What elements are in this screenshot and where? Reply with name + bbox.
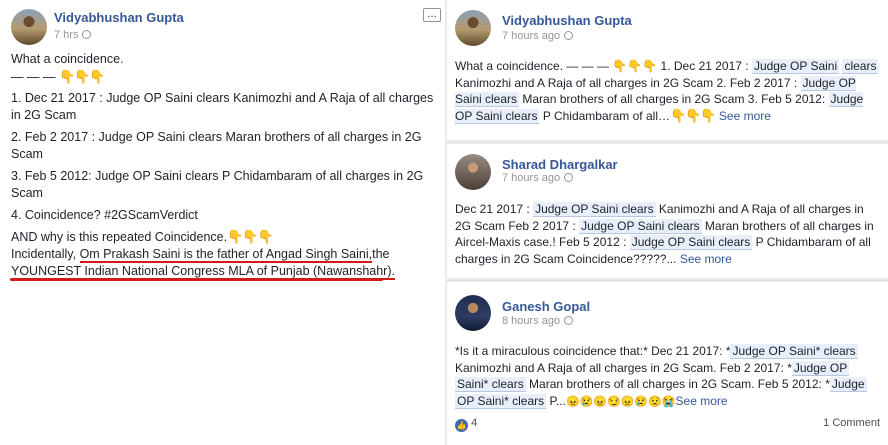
post-item: 3. Feb 5 2012: Judge OP Saini clears P C… bbox=[11, 169, 424, 200]
text-segment: Maran brothers of all charges in 2G Scam… bbox=[525, 377, 830, 391]
divider bbox=[447, 280, 888, 281]
like-count-text: 4 bbox=[471, 417, 478, 429]
globe-icon bbox=[564, 316, 574, 325]
like-count[interactable]: 👍 4 bbox=[455, 417, 477, 432]
comment-timestamp[interactable]: 7 hours ago bbox=[502, 172, 574, 184]
post-timestamp[interactable]: 7 hrs bbox=[54, 29, 92, 41]
highlighted-phrase: Saini* clears bbox=[455, 377, 526, 392]
why-text: AND why is this repeated Coincidence. bbox=[11, 230, 228, 244]
author-name[interactable]: Vidyabhushan Gupta bbox=[54, 10, 184, 25]
timestamp-text: 7 hours ago bbox=[502, 30, 561, 42]
pointing-down-emoji: 👇👇👇 bbox=[227, 229, 274, 244]
post-line: Incidentally, Om Prakash Saini is the fa… bbox=[11, 246, 436, 263]
like-icon: 👍 bbox=[455, 419, 468, 432]
commenter-name[interactable]: Ganesh Gopal bbox=[502, 299, 590, 314]
highlighted-phrase: Judge OP bbox=[791, 360, 850, 376]
post-line: — — — 👇👇👇 bbox=[11, 68, 436, 86]
timestamp-text: 7 hours ago bbox=[502, 172, 561, 184]
highlighted-phrase: Judge OP Saini bbox=[751, 59, 840, 74]
comment-timestamp[interactable]: 8 hours ago bbox=[502, 315, 574, 327]
commenter-avatar[interactable] bbox=[455, 154, 491, 190]
text-segment: *Is it a miraculous coincidence that:* D… bbox=[455, 344, 731, 358]
comments-panel: Vidyabhushan Gupta 7 hours ago What a co… bbox=[447, 0, 888, 445]
highlighted-phrase: Judge OP Saini clears bbox=[629, 235, 753, 250]
comment-card: Vidyabhushan Gupta 7 hours ago What a co… bbox=[447, 0, 888, 140]
comment-footer: 👍 4 1 Comment bbox=[455, 417, 880, 433]
comment-text: Dec 21 2017 : Judge OP Saini clears Kani… bbox=[455, 201, 880, 267]
post-body: What a coincidence. — — — 👇👇👇 1. Dec 21 … bbox=[11, 51, 436, 280]
see-more-link[interactable]: See more bbox=[676, 394, 728, 408]
highlighted-phrase: OP Saini* clears bbox=[455, 393, 547, 409]
comment-text: *Is it a miraculous coincidence that:* D… bbox=[455, 343, 880, 410]
post-line: AND why is this repeated Coincidence.👇👇👇 bbox=[11, 228, 436, 246]
main-post: Vidyabhushan Gupta 7 hrs ... What a coin… bbox=[0, 0, 445, 445]
divider bbox=[447, 142, 888, 143]
dashes: — — — bbox=[11, 70, 56, 84]
text-segment: Kanimozhi and A Raja of all charges in 2… bbox=[455, 75, 801, 90]
highlighted-phrase: Judge bbox=[829, 377, 867, 392]
comment-timestamp[interactable]: 7 hours ago bbox=[502, 30, 574, 42]
highlighted-phrase: Judge OP Saini clears bbox=[579, 218, 702, 234]
highlighted-phrase: clears bbox=[842, 59, 879, 74]
incidentally-text: Incidentally, bbox=[11, 247, 80, 261]
commenter-name[interactable]: Vidyabhushan Gupta bbox=[502, 13, 632, 28]
text-segment: Kanimozhi and A Raja of all charges in 2… bbox=[455, 360, 792, 375]
post-item: 4. Coincidence? #2GScamVerdict bbox=[11, 208, 198, 222]
globe-icon bbox=[564, 173, 574, 182]
red-underline-annotation bbox=[10, 278, 383, 281]
text-segment: What a coincidence. — — — 👇👇👇 1. Dec 21 … bbox=[455, 59, 752, 73]
globe-icon bbox=[82, 30, 92, 39]
post-line: What a coincidence. bbox=[11, 52, 124, 66]
comments-count-link[interactable]: 1 Comment bbox=[823, 417, 880, 429]
comment-card: Sharad Dhargalkar 7 hours ago Dec 21 201… bbox=[447, 144, 888, 278]
see-more-link[interactable]: See more bbox=[719, 109, 771, 123]
commenter-avatar[interactable] bbox=[455, 10, 491, 46]
commenter-name[interactable]: Sharad Dhargalkar bbox=[502, 157, 618, 172]
pointing-down-emoji: 👇👇👇 bbox=[58, 69, 106, 84]
timestamp-text: 8 hours ago bbox=[502, 315, 561, 327]
globe-icon bbox=[564, 31, 574, 40]
text-segment: P... bbox=[546, 393, 566, 408]
timestamp-text: 7 hrs bbox=[54, 29, 79, 41]
comment-text: What a coincidence. — — — 👇👇👇 1. Dec 21 … bbox=[455, 58, 880, 124]
text-segment: Dec 21 2017 : bbox=[455, 202, 534, 216]
post-item: 1. Dec 21 2017 : Judge OP Saini clears K… bbox=[11, 91, 434, 122]
more-options-icon[interactable]: ... bbox=[423, 7, 441, 22]
pointing-down-emoji: 👇👇👇 bbox=[669, 107, 717, 123]
commenter-avatar[interactable] bbox=[455, 295, 491, 331]
text-segment: P Chidambaram of all… bbox=[539, 108, 670, 123]
author-avatar[interactable] bbox=[11, 9, 47, 45]
incidentally-suffix: the bbox=[372, 247, 390, 261]
highlighted-claim: Om Prakash Saini is the father of Angad … bbox=[79, 247, 373, 263]
comment-card: Ganesh Gopal 8 hours ago *Is it a miracu… bbox=[447, 282, 888, 445]
reaction-emojis: 😠😢😠😏😠😢😟😭 bbox=[565, 395, 676, 408]
post-item: 2. Feb 2 2017 : Judge OP Saini clears Ma… bbox=[11, 130, 422, 161]
highlighted-phrase: Judge OP Saini* clears bbox=[730, 344, 858, 359]
see-more-link[interactable]: See more bbox=[680, 252, 732, 266]
highlighted-phrase: Judge OP Saini clears bbox=[533, 202, 656, 217]
text-segment: Maran brothers of all charges in 2G Scam… bbox=[519, 92, 829, 106]
